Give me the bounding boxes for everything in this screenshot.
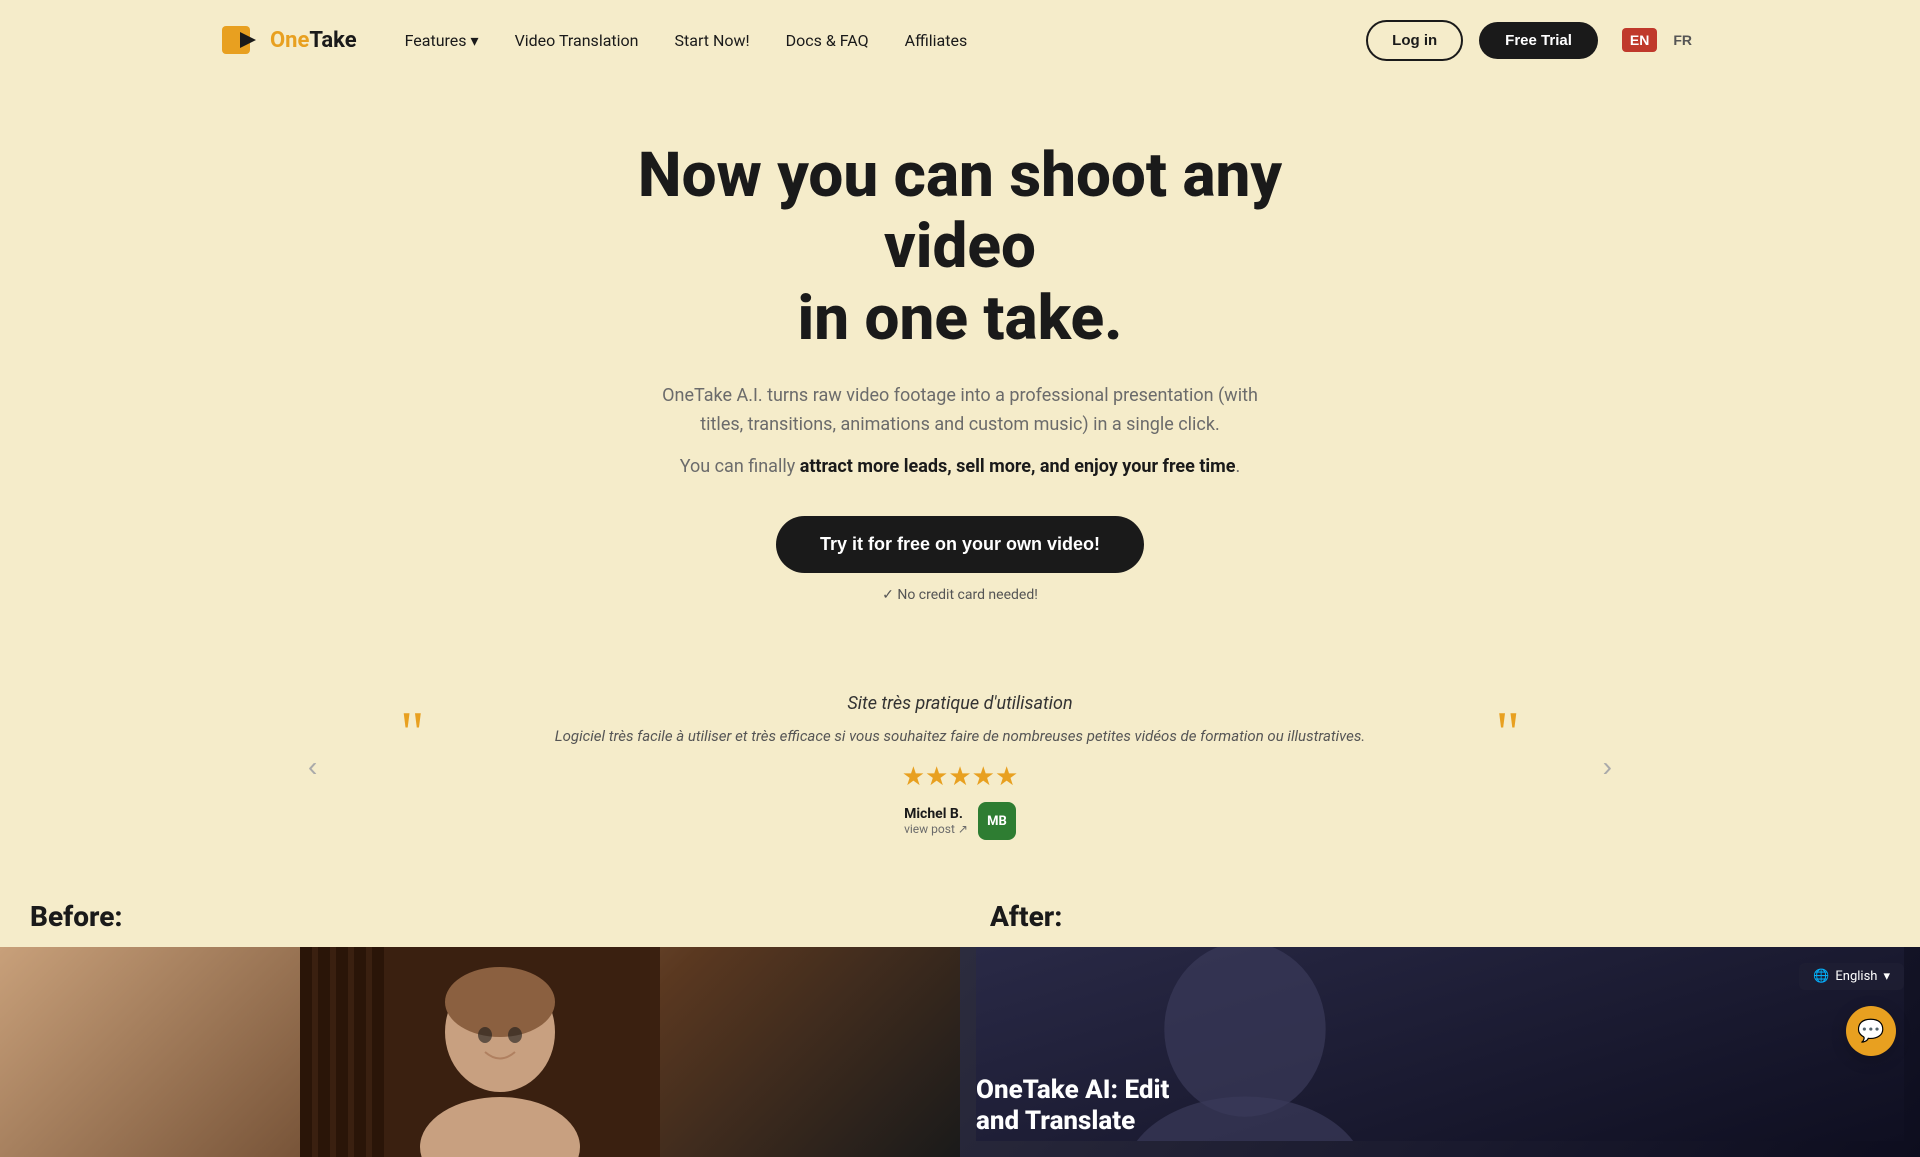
nav-video-translation[interactable]: Video Translation (515, 31, 639, 50)
quote-right-icon: " (1496, 703, 1521, 763)
dropdown-icon: ▾ (1883, 969, 1890, 984)
after-video-title: OneTake AI: Edit and Translate (976, 1075, 1169, 1137)
navbar: OneTake Features ▾ Video Translation Sta… (0, 0, 1920, 80)
after-video: 🌐 English ▾ OneTake AI: Edit and Transla… (960, 947, 1920, 1157)
hero-subtitle-2: You can finally attract more leads, sell… (650, 453, 1270, 482)
logo[interactable]: OneTake (220, 22, 357, 58)
after-panel: After: 🌐 English ▾ (960, 900, 1920, 1157)
quote-left-icon: " (400, 703, 425, 763)
carousel-prev-button[interactable]: ‹ (300, 743, 325, 791)
lang-en-button[interactable]: EN (1622, 28, 1657, 52)
reviewer-name: Michel B. (904, 806, 968, 822)
chevron-down-icon: ▾ (471, 31, 479, 50)
after-label: After: (960, 900, 1920, 947)
before-video (0, 947, 960, 1157)
after-badge: 🌐 English ▾ (1799, 963, 1904, 990)
cta-button[interactable]: Try it for free on your own video! (776, 516, 1144, 573)
before-after-section: Before: Aft (0, 900, 1920, 1157)
chat-icon: 💬 (1857, 1019, 1884, 1044)
before-label: Before: (0, 900, 960, 947)
logo-text: OneTake (270, 28, 357, 53)
nav-affiliates[interactable]: Affiliates (905, 31, 968, 50)
lang-switcher: EN FR (1622, 28, 1700, 52)
login-button[interactable]: Log in (1366, 20, 1463, 61)
reviewer-avatar: MB (978, 802, 1016, 840)
reviewer-link[interactable]: view post ↗ (904, 822, 968, 836)
carousel-next-button[interactable]: › (1595, 743, 1620, 791)
no-credit-card-text: ✓ No credit card needed! (20, 587, 1900, 603)
hero-title: Now you can shoot any video in one take. (560, 140, 1360, 354)
testimonial-section: ‹ › " " Site très pratique d'utilisation… (360, 693, 1560, 840)
lang-fr-button[interactable]: FR (1665, 28, 1700, 52)
hero-subtitle-1: OneTake A.I. turns raw video footage int… (650, 382, 1270, 440)
testimonial-body: Logiciel très facile à utiliser et très … (550, 724, 1370, 748)
before-panel: Before: (0, 900, 960, 1157)
nav-links: Features ▾ Video Translation Start Now! … (405, 31, 1367, 50)
free-trial-button[interactable]: Free Trial (1479, 22, 1598, 59)
nav-actions: Log in Free Trial EN FR (1366, 20, 1700, 61)
hero-section: Now you can shoot any video in one take.… (0, 80, 1920, 643)
nav-start-now[interactable]: Start Now! (675, 31, 750, 50)
testimonial-title: Site très pratique d'utilisation (440, 693, 1480, 714)
testimonial-stars: ★★★★★ (440, 762, 1480, 792)
logo-icon (220, 22, 264, 58)
before-video-graphic (300, 947, 660, 1157)
nav-docs-faq[interactable]: Docs & FAQ (786, 31, 869, 50)
reviewer-info: Michel B. view post ↗ MB (440, 802, 1480, 840)
nav-features[interactable]: Features ▾ (405, 31, 479, 50)
chat-bubble[interactable]: 💬 (1846, 1006, 1896, 1056)
globe-icon: 🌐 (1813, 969, 1829, 984)
